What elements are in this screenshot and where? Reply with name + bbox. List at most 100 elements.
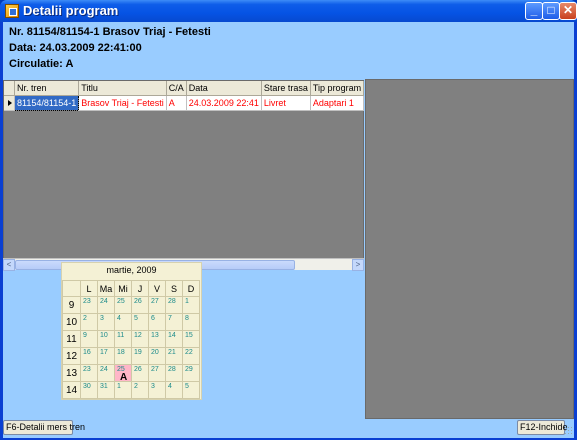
maximize-button[interactable]: □ [542, 2, 560, 20]
calendar-day[interactable]: 15 [182, 330, 200, 348]
weekday-header: L [80, 280, 98, 297]
window-title: Detalii program [23, 3, 119, 18]
calendar-day[interactable]: 3 [97, 313, 115, 331]
calendar-day[interactable]: 11 [114, 330, 132, 348]
column-header-stare-trasa[interactable]: Stare trasa [261, 81, 311, 96]
calendar-corner [62, 280, 81, 297]
calendar-day[interactable]: 25 [114, 296, 132, 314]
calendar-day[interactable]: 26 [131, 296, 149, 314]
week-number: 14 [62, 381, 81, 399]
calendar-day[interactable]: 24 [97, 364, 115, 382]
current-row-arrow-icon [8, 99, 12, 106]
weekday-header: J [131, 280, 149, 297]
calendar-day[interactable]: 29 [182, 364, 200, 382]
calendar-day[interactable]: 3 [148, 381, 166, 399]
calendar-week-row: 13 23 24 25 A 26 27 28 29 [62, 364, 200, 383]
calendar-day[interactable]: 31 [97, 381, 115, 399]
weekday-header: Ma [97, 280, 115, 297]
table-row[interactable]: 81154/81154-1 Brasov Triaj - Fetesti A 2… [4, 94, 365, 111]
calendar-day[interactable]: 23 [80, 364, 98, 382]
calendar-day[interactable]: 2 [131, 381, 149, 399]
main-window: Detalii program _ □ ✕ Nr. 81154/81154-1 … [0, 0, 577, 440]
calendar-day[interactable]: 27 [148, 364, 166, 382]
column-header-ca[interactable]: C/A [166, 81, 187, 96]
calendar-day[interactable]: 27 [148, 296, 166, 314]
calendar-day[interactable]: 14 [165, 330, 183, 348]
column-header-tip-program[interactable]: Tip program [310, 81, 365, 96]
close-window-button[interactable]: F12-Inchide [517, 420, 568, 435]
column-header-titlu[interactable]: Titlu [78, 81, 167, 96]
title-bar[interactable]: Detalii program _ □ ✕ [0, 0, 577, 22]
minimize-button[interactable]: _ [525, 2, 543, 20]
circulation-info: Circulatie: A [9, 58, 74, 70]
calendar-day[interactable]: 8 [182, 313, 200, 331]
calendar-day[interactable]: 10 [97, 330, 115, 348]
week-number: 10 [62, 313, 81, 331]
date-info: Data: 24.03.2009 22:41:00 [9, 42, 142, 54]
calendar-day[interactable]: 19 [131, 347, 149, 365]
train-number-info: Nr. 81154/81154-1 Brasov Triaj - Fetesti [9, 26, 211, 38]
client-area: Nr. 81154/81154-1 Brasov Triaj - Fetesti… [3, 22, 574, 438]
week-number: 9 [62, 296, 81, 314]
cell-titlu[interactable]: Brasov Triaj - Fetesti [78, 95, 167, 111]
calendar-day[interactable]: 5 [131, 313, 149, 331]
resize-grip-icon[interactable] [564, 426, 574, 436]
calendar-day[interactable]: 28 [165, 364, 183, 382]
calendar-week-row: 9 23 24 25 26 27 28 1 [62, 296, 200, 314]
calendar-day[interactable]: 9 [80, 330, 98, 348]
week-number: 11 [62, 330, 81, 348]
calendar-day[interactable]: 17 [97, 347, 115, 365]
week-number: 12 [62, 347, 81, 365]
row-header-corner [4, 81, 15, 96]
right-detail-panel [365, 79, 574, 419]
calendar-grid: L Ma Mi J V S D 9 23 24 25 26 27 28 1 10… [62, 280, 200, 399]
calendar-day[interactable]: 1 [182, 296, 200, 314]
cell-stare-trasa[interactable]: Livret [261, 95, 311, 111]
calendar-day[interactable]: 5 [182, 381, 200, 399]
cell-ca[interactable]: A [166, 95, 187, 111]
calendar-day[interactable]: 28 [165, 296, 183, 314]
cell-tip-program[interactable]: Adaptari 1 [310, 95, 365, 111]
app-icon [5, 4, 19, 18]
calendar-day[interactable]: 30 [80, 381, 98, 399]
column-header-nr-tren[interactable]: Nr. tren [14, 81, 80, 96]
weekday-header: S [165, 280, 183, 297]
column-header-data[interactable]: Data [186, 81, 262, 96]
calendar-day-today[interactable]: 25 A [114, 364, 132, 383]
week-number: 13 [62, 364, 81, 382]
calendar-day[interactable]: 18 [114, 347, 132, 365]
weekday-header: V [148, 280, 166, 297]
calendar-day[interactable]: 4 [114, 313, 132, 331]
program-grid[interactable]: Nr. tren Titlu C/A Data Stare trasa Tip … [3, 80, 365, 269]
scroll-left-icon[interactable]: < [3, 259, 15, 271]
calendar-day[interactable]: 26 [131, 364, 149, 382]
calendar-day[interactable]: 4 [165, 381, 183, 399]
row-selector[interactable] [4, 95, 15, 111]
calendar-day[interactable]: 21 [165, 347, 183, 365]
cell-nr-tren[interactable]: 81154/81154-1 [13, 94, 80, 111]
weekday-header: Mi [114, 280, 132, 297]
scroll-right-icon[interactable]: > [352, 259, 364, 271]
calendar-day[interactable]: 7 [165, 313, 183, 331]
calendar-day[interactable]: 24 [97, 296, 115, 314]
calendar-day[interactable]: 16 [80, 347, 98, 365]
calendar-day[interactable]: 13 [148, 330, 166, 348]
cell-data[interactable]: 24.03.2009 22:41 [186, 95, 262, 111]
calendar-day[interactable]: 22 [182, 347, 200, 365]
calendar-day[interactable]: 23 [80, 296, 98, 314]
calendar-week-row: 11 9 10 11 12 13 14 15 [62, 330, 200, 348]
calendar-week-row: 12 16 17 18 19 20 21 22 [62, 347, 200, 365]
calendar-week-row: 10 2 3 4 5 6 7 8 [62, 313, 200, 331]
train-route-details-button[interactable]: F6-Detalii mers tren [3, 420, 85, 435]
close-button[interactable]: ✕ [559, 2, 577, 20]
calendar-week-row: 14 30 31 1 2 3 4 5 [62, 381, 200, 399]
weekday-header: D [182, 280, 200, 297]
calendar-day[interactable]: 1 [114, 381, 132, 399]
program-table: Nr. tren Titlu C/A Data Stare trasa Tip … [4, 81, 365, 111]
calendar-day[interactable]: 20 [148, 347, 166, 365]
calendar-day[interactable]: 6 [148, 313, 166, 331]
calendar-day[interactable]: 2 [80, 313, 98, 331]
calendar-day[interactable]: 12 [131, 330, 149, 348]
month-calendar[interactable]: martie, 2009 L Ma Mi J V S D 9 23 24 25 … [61, 262, 202, 400]
calendar-month-label: martie, 2009 [106, 265, 157, 275]
